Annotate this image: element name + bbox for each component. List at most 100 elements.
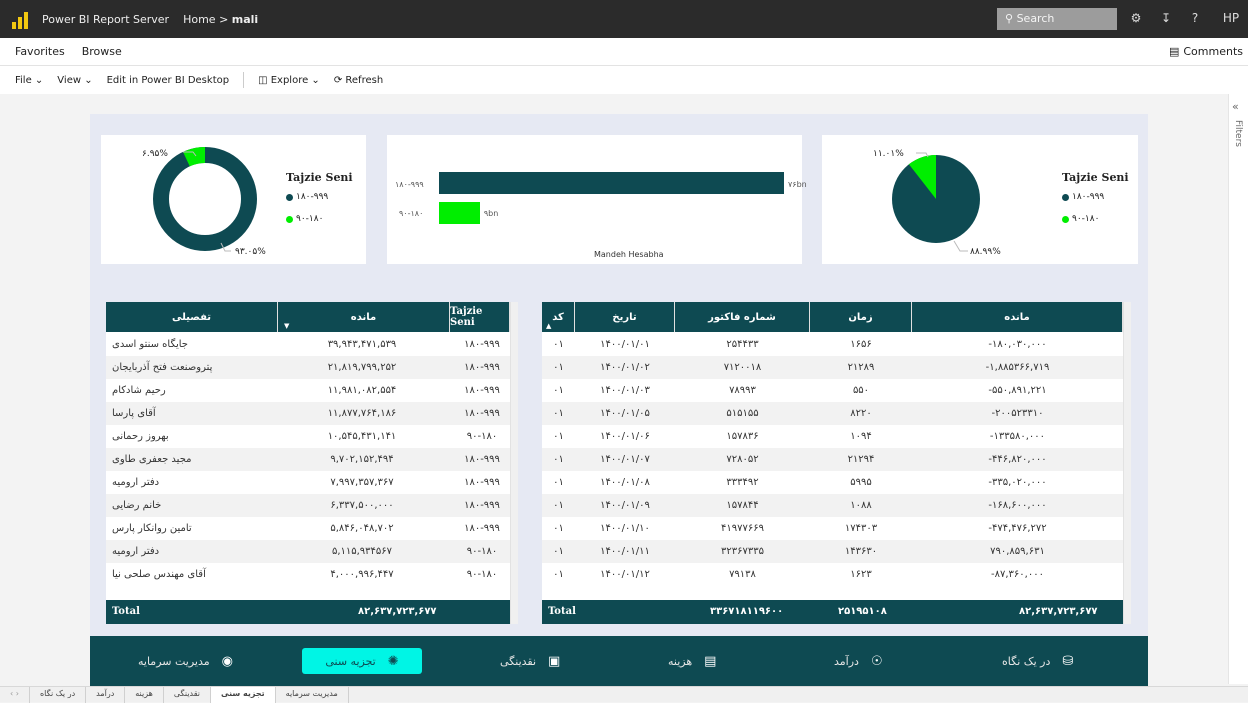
cell-detail: آقای پارسا [112,408,156,419]
tab-income[interactable]: درآمد [86,687,126,703]
cell-code: ۰۱ [553,362,564,373]
balance-by-party-table[interactable]: تفصیلی مانده ▼ Tajzie Seni جایگاه سنتو اس… [106,302,518,624]
left-table-scrollbar[interactable] [510,302,518,624]
nav-capital-management[interactable]: مدیریت سرمایه ◉ [138,650,233,672]
tab-age-analysis[interactable]: تجزیه سنی [211,687,276,703]
donut-slice-180-999 [153,147,257,251]
tab-capital-management[interactable]: مدیریت سرمایه [276,687,349,703]
bar-chart-card[interactable]: ۱۸۰-۹۹۹ ۹۰-۱۸۰ ۷۶bn ۹bn Mandeh Hesabha [387,135,807,264]
table-row[interactable]: دفتر ارومیه ۷,۹۹۷,۳۵۷,۳۶۷ ۱۸۰-۹۹۹ [106,471,510,494]
table-row[interactable]: آقای پارسا ۱۱,۸۷۷,۷۶۴,۱۸۶ ۱۸۰-۹۹۹ [106,402,510,425]
settings-gear-icon[interactable]: ⚙ [1128,11,1144,25]
right-table-scrollbar[interactable] [1123,302,1131,624]
cell-tajzie: ۱۸۰-۹۹۹ [464,477,500,488]
nav-cost[interactable]: هزینه ▤ [668,650,716,672]
help-icon[interactable]: ? [1187,11,1203,25]
user-initials[interactable]: HP [1220,11,1242,25]
col-header-invoice[interactable]: شماره فاکتور [675,302,810,332]
left-total-value: ۸۲,۶۳۷,۷۲۳,۶۷۷ [358,606,437,617]
col-header-balance[interactable]: مانده ▼ [278,302,450,332]
table-row[interactable]: ۰۱ ۱۴۰۰/۰۱/۰۷ ۷۲۸۰۵۲ ۲۱۲۹۴ -۴۴۶,۸۲۰,۰۰۰ [542,448,1123,471]
donut-chart-card[interactable]: ۶.۹۵% ۹۳.۰۵% Tajzie Seni ۱۸۰-۹۹۹ ۹۰-۱۸۰ [101,135,366,264]
nav-at-a-glance[interactable]: در یک نگاه ⛁ [1002,650,1073,672]
donut-label-small: ۶.۹۵% [142,149,168,159]
tab-at-a-glance[interactable]: در یک نگاه [30,687,87,703]
col-header-time[interactable]: زمان [810,302,912,332]
tab-cost[interactable]: هزینه [125,687,164,703]
left-table-total-row: Total ۸۲,۶۳۷,۷۲۳,۶۷۷ [106,600,510,624]
table-row[interactable]: خانم رضایی ۶,۳۳۷,۵۰۰,۰۰۰ ۱۸۰-۹۹۹ [106,494,510,517]
breadcrumb-home[interactable]: Home [183,13,215,26]
table-row[interactable]: ۰۱ ۱۴۰۰/۰۱/۰۸ ۳۳۳۴۹۲ ۵۹۹۵ -۳۳۵,۰۲۰,۰۰۰ [542,471,1123,494]
col-header-tajzie[interactable]: Tajzie Seni [450,302,510,332]
table-row[interactable]: ۰۱ ۱۴۰۰/۰۱/۰۱ ۲۵۴۴۳۳ ۱۶۵۶ -۱۸۰,۰۳۰,۰۰۰ [542,333,1123,356]
col-header-date[interactable]: تاریخ [575,302,675,332]
breadcrumb: Home > mali [183,13,258,26]
explore-menu[interactable]: ◫ Explore ⌄ [258,75,320,86]
nav-liquidity[interactable]: نقدینگی ▣ [500,650,560,672]
table-row[interactable]: ۰۱ ۱۴۰۰/۰۱/۱۰ ۴۱۹۷۷۶۶۹ ۱۷۴۳۰۳ -۴۷۴,۴۷۶,۲۷۲ [542,517,1123,540]
breadcrumb-separator: > [219,12,229,26]
cell-time: ۸۲۲۰ [850,408,872,419]
cell-time: ۱۶۲۳ [850,569,872,580]
right-total-time: ۲۵۱۹۵۱۰۸ [838,606,887,617]
table-row[interactable]: پتروصنعت فتح آذربایجان ۲۱,۸۱۹,۷۹۹,۲۵۲ ۱۸۰-… [106,356,510,379]
table-row[interactable]: مجید جعفری طاوی ۹,۷۰۲,۱۵۲,۴۹۴ ۱۸۰-۹۹۹ [106,448,510,471]
bar-180-999[interactable] [439,172,784,194]
pie-legend-item-1[interactable]: ۱۸۰-۹۹۹ [1062,192,1104,202]
refresh-button[interactable]: ⟳ Refresh [334,75,383,86]
table-row[interactable]: تامین روانکار پارس ۵,۸۴۶,۰۴۸,۷۰۲ ۱۸۰-۹۹۹ [106,517,510,540]
comments-button[interactable]: ▤ Comments [1169,45,1243,58]
table-row[interactable]: ۰۱ ۱۴۰۰/۰۱/۱۲ ۷۹۱۳۸ ۱۶۲۳ -۸۷,۳۶۰,۰۰۰ [542,563,1123,586]
cell-invoice: ۴۱۹۷۷۶۶۹ [721,523,764,534]
col-header-balance-r[interactable]: مانده [912,302,1123,332]
cell-time: ۲۱۲۹۴ [847,454,875,465]
col-header-detail[interactable]: تفصیلی [106,302,278,332]
pie-legend-item-2[interactable]: ۹۰-۱۸۰ [1062,214,1099,224]
table-row[interactable]: دفتر ارومیه ۵,۱۱۵,۹۳۴۵۶۷ ۹۰-۱۸۰ [106,540,510,563]
cell-code: ۰۱ [553,454,564,465]
file-menu[interactable]: File ⌄ [15,75,43,86]
app-title[interactable]: Power BI Report Server [42,13,169,26]
download-icon[interactable]: ↧ [1158,11,1174,25]
table-row[interactable]: بهروز رحمانی ۱۰,۵۴۵,۴۳۱,۱۴۱ ۹۰-۱۸۰ [106,425,510,448]
favorites-link[interactable]: Favorites [15,45,65,58]
search-input[interactable]: ⚲ Search [997,8,1117,30]
edit-desktop-button[interactable]: Edit in Power BI Desktop [107,75,229,86]
table-row[interactable]: جایگاه سنتو اسدی ۳۹,۹۴۳,۴۷۱,۵۳۹ ۱۸۰-۹۹۹ [106,333,510,356]
nav-income[interactable]: درآمد ☉ [834,650,883,672]
col-header-code[interactable]: کد ▲ [542,302,575,332]
donut-legend-item-1[interactable]: ۱۸۰-۹۹۹ [286,192,328,202]
cell-date: ۱۴۰۰/۰۱/۰۹ [600,500,650,511]
cell-detail: تامین روانکار پارس [112,523,192,534]
table-row[interactable]: رحیم شادکام ۱۱,۹۸۱,۰۸۲,۵۵۴ ۱۸۰-۹۹۹ [106,379,510,402]
table-row[interactable]: ۰۱ ۱۴۰۰/۰۱/۰۶ ۱۵۷۸۳۶ ۱۰۹۴ -۱۳۳۵۸۰,۰۰۰ [542,425,1123,448]
tabs-scroll-arrows-icon[interactable]: ‹ › [0,687,30,703]
table-row[interactable]: ۰۱ ۱۴۰۰/۰۱/۰۲ ۷۱۲۰۰۱۸ ۲۱۲۸۹ -۱,۸۸۵۳۶۶,۷۱۹ [542,356,1123,379]
donut-legend-item-2[interactable]: ۹۰-۱۸۰ [286,214,323,224]
nav-age-analysis[interactable]: تجزیه سنی ✺ [302,648,422,674]
cell-code: ۰۱ [553,477,564,488]
table-row[interactable]: ۰۱ ۱۴۰۰/۰۱/۰۳ ۷۸۹۹۳ ۵۵۰ -۵۵۰,۸۹۱,۲۲۱ [542,379,1123,402]
table-row[interactable]: آقای مهندس صلحی نیا ۴,۰۰۰,۹۹۶,۴۴۷ ۹۰-۱۸۰ [106,563,510,586]
donut-label-big: ۹۳.۰۵% [235,247,266,257]
browse-link[interactable]: Browse [82,45,122,58]
cell-detail: خانم رضایی [112,500,162,511]
view-menu[interactable]: View ⌄ [57,75,92,86]
pie-chart-card[interactable]: ۱۱.۰۱% ۸۸.۹۹% Tajzie Seni ۱۸۰-۹۹۹ ۹۰-۱۸۰ [822,135,1138,264]
cell-balance: ۲۱,۸۱۹,۷۹۹,۲۵۲ [327,362,397,373]
collapse-chevron-icon[interactable]: « [1232,100,1239,113]
tab-liquidity[interactable]: نقدینگی [164,687,212,703]
comment-icon: ▤ [1168,45,1180,58]
powerbi-logo-icon[interactable] [0,0,40,38]
table-row[interactable]: ۰۱ ۱۴۰۰/۰۱/۱۱ ۳۲۳۶۷۳۳۵ ۱۴۳۶۳۰ ۷۹۰,۸۵۹,۶۳۱ [542,540,1123,563]
table-row[interactable]: ۰۱ ۱۴۰۰/۰۱/۰۹ ۱۵۷۸۴۴ ۱۰۸۸ -۱۶۸,۶۰۰,۰۰۰ [542,494,1123,517]
invoice-table[interactable]: کد ▲ تاریخ شماره فاکتور زمان مانده ۰۱ ۱۴۰۰… [542,302,1131,624]
cell-invoice: ۱۵۷۸۳۶ [726,431,759,442]
cell-code: ۰۱ [553,500,564,511]
cell-balance: -۱۳۳۵۸۰,۰۰۰ [989,431,1046,442]
cell-code: ۰۱ [553,385,564,396]
table-row[interactable]: ۰۱ ۱۴۰۰/۰۱/۰۵ ۵۱۵۱۵۵ ۸۲۲۰ -۲۰۰۵۲۳۳۱۰ [542,402,1123,425]
bar-90-180[interactable] [439,202,480,224]
filters-pane[interactable]: « Filters [1228,94,1248,684]
